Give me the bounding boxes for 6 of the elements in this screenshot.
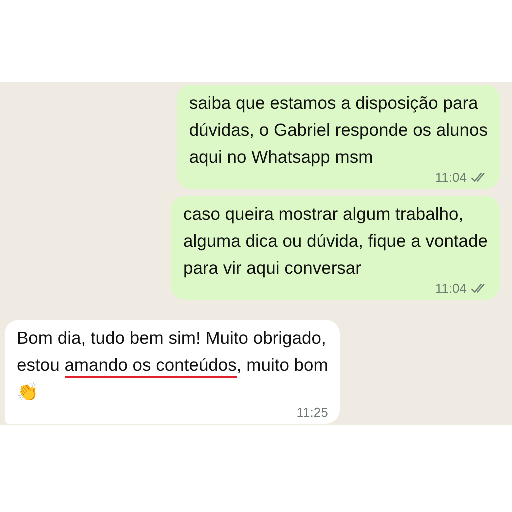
message-text: saiba que estamos a disposição para dúvidas, o Gabriel responde os alunos aqui no Whatsapp msm [189,92,488,169]
message-text: Bom dia, tudo bem sim! Muito obrigado, estou amando os conteúdos, muito bom 👏 [17,327,328,404]
message-time: 11:04 [435,170,467,184]
message-time: 11:04 [435,280,467,296]
message-text: caso queira mostrar algum trabalho, alguma dica ou dúvida, fique a vontade para vir aqui conversar [183,203,488,280]
message-time: 11:25 [296,404,328,420]
